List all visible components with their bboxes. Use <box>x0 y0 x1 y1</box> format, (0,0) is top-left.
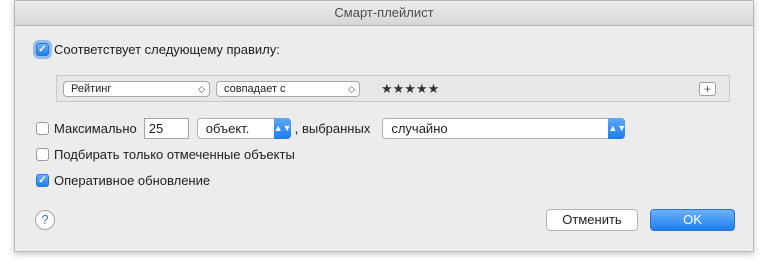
popup-arrows-icon: ◇ <box>198 84 205 94</box>
add-rule-button[interactable]: + <box>699 82 716 96</box>
limit-label: Максимально <box>54 121 137 136</box>
match-rule-checkbox[interactable]: ✓ <box>36 43 49 56</box>
selected-by-label: , выбранных <box>294 121 371 136</box>
checked-only-checkbox[interactable] <box>36 148 49 161</box>
selected-by-select[interactable]: случайно ▲▼ <box>382 118 626 139</box>
rule-operator-value: совпадает с <box>224 83 286 95</box>
live-update-checkbox[interactable]: ✓ <box>36 174 49 187</box>
limit-value-field[interactable]: 25 <box>143 118 189 139</box>
rule-operator-popup[interactable]: совпадает с ◇ <box>216 81 360 97</box>
checked-only-label: Подбирать только отмеченные объекты <box>54 147 295 162</box>
rule-field-popup[interactable]: Рейтинг ◇ <box>63 81 210 97</box>
match-rule-row: ✓ Соответствует следующему правилу: <box>36 42 280 57</box>
rating-stars[interactable]: ★★★★★ <box>381 81 439 97</box>
rule-row: Рейтинг ◇ совпадает с ◇ ★★★★★ + <box>56 75 730 102</box>
limit-checkbox[interactable] <box>36 122 49 135</box>
limit-row: Максимально 25 объект. ▲▼ , выбранных сл… <box>36 118 626 139</box>
popup-arrows-icon: ◇ <box>348 84 355 94</box>
select-arrows-icon: ▲▼ <box>273 118 292 139</box>
live-update-row: ✓ Оперативное обновление <box>36 173 210 188</box>
checked-only-row: Подбирать только отмеченные объекты <box>36 147 295 162</box>
select-arrows-icon: ▲▼ <box>608 118 626 139</box>
match-rule-label: Соответствует следующему правилу: <box>54 42 280 57</box>
window-title: Смарт-плейлист <box>15 1 753 26</box>
selected-by-value: случайно <box>391 121 448 136</box>
live-update-label: Оперативное обновление <box>54 173 211 188</box>
plus-icon: + <box>703 82 711 96</box>
cancel-button[interactable]: Отменить <box>546 209 638 231</box>
help-button[interactable]: ? <box>35 210 55 230</box>
ok-button[interactable]: OK <box>650 209 735 231</box>
limit-unit-value: объект. <box>205 121 250 136</box>
limit-unit-select[interactable]: объект. ▲▼ <box>196 118 292 139</box>
help-icon: ? <box>41 212 49 227</box>
rule-field-value: Рейтинг <box>71 83 112 95</box>
smart-playlist-dialog: Смарт-плейлист ✓ Соответствует следующем… <box>14 0 754 252</box>
